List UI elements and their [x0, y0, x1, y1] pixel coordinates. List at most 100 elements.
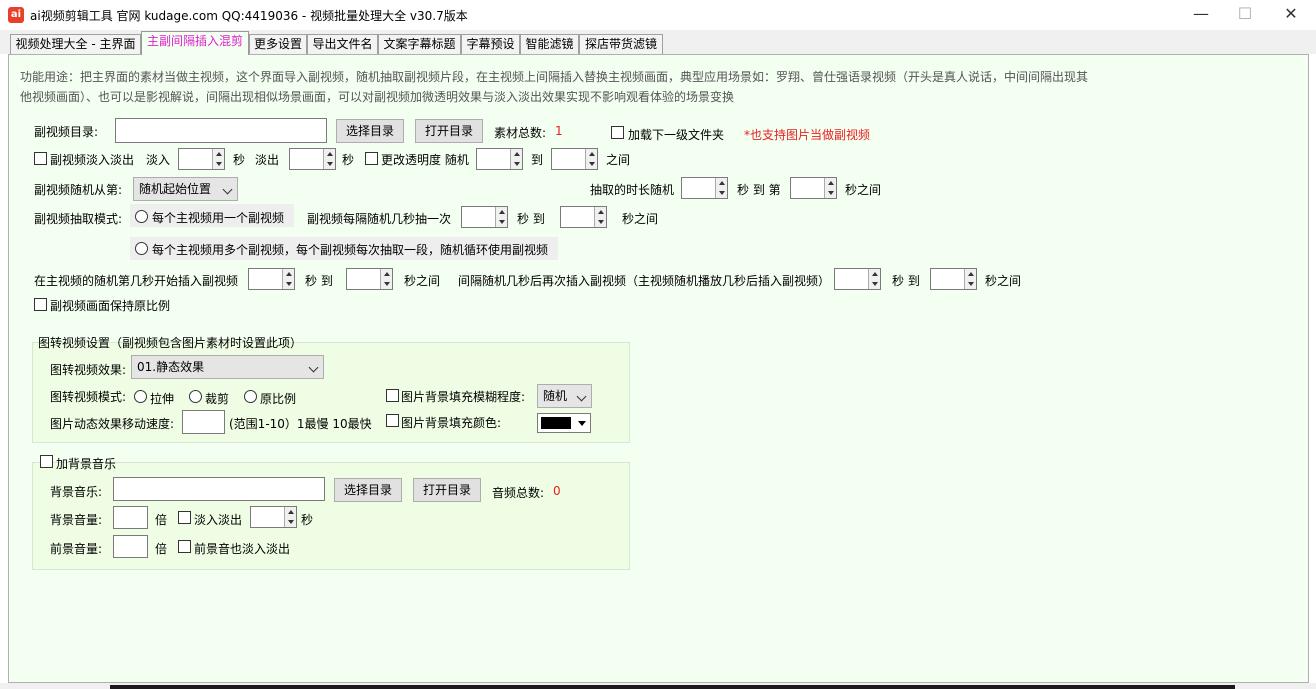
insert-repeat-between-label: 秒之间 [985, 274, 1022, 288]
fade-out-stepper[interactable] [289, 148, 336, 170]
mode-crop-radio[interactable] [189, 390, 202, 403]
insert-start-label: 在主视频的随机第几秒开始插入副视频 [34, 274, 239, 288]
tab-subtitle-preset[interactable]: 字幕预设 [461, 34, 520, 54]
insert-start-sec-to-label: 秒 到 [305, 274, 333, 288]
fill-color-picker[interactable] [537, 413, 591, 433]
bg-volume-input[interactable] [113, 506, 148, 529]
sub-video-dir-input[interactable] [115, 118, 327, 143]
opacity-checkbox[interactable] [365, 152, 378, 165]
extract-option-1-label: 每个主视频用一个副视频 [152, 211, 285, 225]
select-dir-button[interactable]: 选择目录 [336, 119, 404, 143]
insert-repeat-label: 间隔随机几秒后再次插入副视频（主视频随机播放几秒后插入副视频） [458, 274, 831, 288]
bg-music-title: 加背景音乐 [56, 457, 117, 471]
close-icon[interactable]: ✕ [1268, 0, 1314, 30]
insert-repeat-from-stepper[interactable] [834, 268, 881, 290]
music-fade-stepper[interactable] [250, 506, 297, 528]
window-title: ai视频剪辑工具 官网 kudage.com QQ:4419036 - 视频批量… [30, 9, 468, 23]
opacity-from-stepper[interactable] [476, 148, 523, 170]
fade-out-sec-label: 秒 [342, 153, 355, 167]
image-mode-label: 图转视频模式: [50, 390, 127, 404]
image-effect-select[interactable]: 01.静态效果 [131, 355, 324, 379]
interval-from-stepper[interactable] [461, 206, 508, 228]
taskbar-strip [110, 685, 1235, 689]
maximize-icon[interactable]: ☐ [1222, 0, 1268, 30]
opacity-label: 更改透明度 随机 [381, 153, 469, 167]
random-from-label: 副视频随机从第: [34, 183, 123, 197]
interval-to-stepper[interactable] [560, 206, 607, 228]
fg-fade-label: 前景音也淡入淡出 [194, 542, 291, 556]
tab-store-filter[interactable]: 探店带货滤镜 [579, 34, 663, 54]
load-subfolder-checkbox[interactable] [611, 126, 624, 139]
extract-mode-label: 副视频抽取模式: [34, 212, 123, 226]
fade-in-sec-label: 秒 [233, 153, 246, 167]
fg-volume-input[interactable] [113, 535, 148, 558]
duration-between-label: 秒之间 [845, 183, 882, 197]
interval-label: 副视频每隔随机几秒抽一次 [307, 212, 452, 226]
insert-start-to-stepper[interactable] [346, 268, 393, 290]
keep-ratio-label: 副视频画面保持原比例 [50, 299, 171, 313]
fade-out-label: 淡出 [255, 153, 280, 167]
mode-original-radio[interactable] [244, 390, 257, 403]
music-select-dir-button[interactable]: 选择目录 [334, 478, 402, 502]
extract-option-1-radio[interactable] [135, 210, 148, 223]
tab-smart-filter[interactable]: 智能滤镜 [520, 34, 579, 54]
color-fill-checkbox[interactable] [386, 414, 399, 427]
insert-start-between-label: 秒之间 [404, 274, 441, 288]
sub-video-fade-label: 副视频淡入淡出 [50, 153, 135, 167]
chevron-down-icon [578, 421, 586, 426]
fg-volume-times: 倍 [155, 542, 168, 556]
music-fade-checkbox[interactable] [178, 511, 191, 524]
opacity-to-stepper[interactable] [551, 148, 598, 170]
insert-repeat-to-stepper[interactable] [930, 268, 977, 290]
bg-music-checkbox[interactable] [40, 455, 53, 468]
material-total-value: 1 [555, 124, 563, 138]
opacity-to-label: 到 [531, 153, 544, 167]
audio-total-value: 0 [553, 484, 561, 498]
duration-random-label: 抽取的时长随机 [590, 183, 675, 197]
tab-main[interactable]: 视频处理大全 - 主界面 [10, 34, 141, 54]
duration-sec-to-label: 秒 到 第 [737, 183, 781, 197]
description-line-2: 他视频画面）、也可以是影视解说，间隔出现相似场景画面，可以对副视频加微透明效果与… [20, 90, 735, 104]
fg-fade-checkbox[interactable] [178, 540, 191, 553]
speed-input[interactable] [182, 410, 225, 434]
audio-total-label: 音频总数: [492, 486, 545, 500]
description-line-1: 功能用途：把主界面的素材当做主视频，这个界面导入副视频，随机抽取副视频片段，在主… [20, 70, 1089, 84]
insert-start-from-stepper[interactable] [248, 268, 295, 290]
speed-hint: (范围1-10）1最慢 10最快 [229, 417, 372, 431]
duration-from-stepper[interactable] [681, 177, 728, 199]
tab-export-filename[interactable]: 导出文件名 [307, 34, 378, 54]
music-open-dir-button[interactable]: 打开目录 [413, 478, 481, 502]
open-dir-button[interactable]: 打开目录 [415, 119, 483, 143]
mode-crop-label: 裁剪 [205, 392, 230, 406]
mode-stretch-label: 拉伸 [150, 392, 175, 406]
fade-in-stepper[interactable] [178, 148, 225, 170]
extract-option-2-label: 每个主视频用多个副视频，每个副视频每次抽取一段，随机循环使用副视频 [152, 243, 549, 257]
extract-option-2-radio[interactable] [135, 242, 148, 255]
fill-color-swatch [541, 417, 571, 429]
bg-music-label: 背景音乐: [50, 485, 103, 499]
duration-to-stepper[interactable] [790, 177, 837, 199]
keep-ratio-checkbox[interactable] [34, 298, 47, 311]
mode-stretch-radio[interactable] [134, 390, 147, 403]
random-start-select[interactable]: 随机起始位置 [133, 177, 238, 201]
app-logo-icon: ai [8, 7, 24, 23]
tab-copy-subtitle-title[interactable]: 文案字幕标题 [378, 34, 461, 54]
interval-sec-to-label: 秒 到 [517, 212, 545, 226]
bg-volume-label: 背景音量: [50, 513, 103, 527]
tab-more-settings[interactable]: 更多设置 [249, 34, 307, 54]
color-fill-label: 图片背景填充颜色: [401, 416, 502, 430]
speed-label: 图片动态效果移动速度: [50, 417, 175, 431]
material-total-label: 素材总数: [494, 126, 547, 140]
sub-video-fade-checkbox[interactable] [34, 152, 47, 165]
mode-original-label: 原比例 [260, 392, 297, 406]
interval-between-label: 秒之间 [622, 212, 659, 226]
blur-fill-checkbox[interactable] [386, 389, 399, 402]
music-fade-sec: 秒 [301, 513, 314, 527]
bg-music-input[interactable] [113, 477, 325, 501]
blur-level-select[interactable]: 随机 [537, 384, 592, 408]
minimize-icon[interactable]: — [1178, 0, 1224, 30]
load-subfolder-label: 加载下一级文件夹 [628, 128, 725, 142]
fg-volume-label: 前景音量: [50, 542, 103, 556]
tab-interval-insert[interactable]: 主副间隔插入混剪 [141, 31, 249, 55]
sub-video-dir-label: 副视频目录: [34, 125, 99, 139]
